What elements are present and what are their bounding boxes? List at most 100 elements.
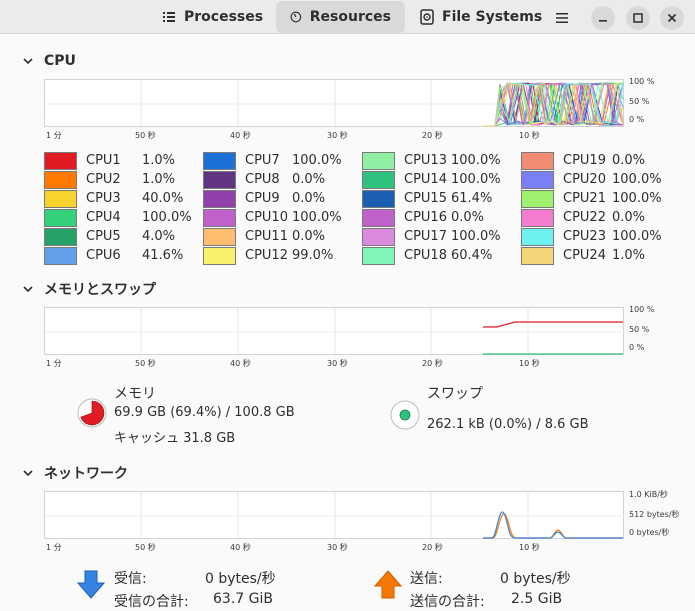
network-x-label: 40 秒 <box>230 543 251 552</box>
cpu-color-swatch[interactable] <box>44 228 77 246</box>
cpu-legend-item[interactable]: CPU22 0.0% <box>521 209 671 227</box>
cpu-color-swatch[interactable] <box>521 171 554 189</box>
network-x-label: 20 秒 <box>422 543 443 552</box>
memory-x-label: 20 秒 <box>422 359 443 368</box>
cpu-y-label: 50 % <box>629 97 650 106</box>
cpu-name: CPU17 <box>404 229 447 244</box>
cpu-legend-item[interactable]: CPU14 100.0% <box>362 171 512 189</box>
memory-y-axis: 100 % 50 % 0 % <box>629 305 689 355</box>
cpu-color-swatch[interactable] <box>203 209 236 227</box>
cpu-color-swatch[interactable] <box>203 247 236 265</box>
network-x-label: 10 秒 <box>519 543 540 552</box>
cpu-legend-item[interactable]: CPU12 99.0% <box>203 247 353 265</box>
cpu-color-swatch[interactable] <box>203 171 236 189</box>
chevron-down-icon <box>23 470 33 477</box>
cpu-color-swatch[interactable] <box>362 228 395 246</box>
close-button[interactable] <box>660 6 684 30</box>
cpu-color-swatch[interactable] <box>44 247 77 265</box>
cpu-color-swatch[interactable] <box>203 152 236 170</box>
cpu-color-swatch[interactable] <box>44 190 77 208</box>
cpu-legend-item[interactable]: CPU7 100.0% <box>203 152 353 170</box>
memory-x-axis: 1 分 50 秒 40 秒 30 秒 20 秒 10 秒 <box>44 358 624 370</box>
memory-y-label: 50 % <box>629 325 650 334</box>
cpu-legend-item[interactable]: CPU24 1.0% <box>521 247 671 265</box>
network-section-header[interactable]: ネットワーク <box>22 463 128 483</box>
tab-resources[interactable]: Resources <box>276 1 405 33</box>
cpu-legend-item[interactable]: CPU23 100.0% <box>521 228 671 246</box>
cpu-legend-item[interactable]: CPU19 0.0% <box>521 152 671 170</box>
cpu-legend-item[interactable]: CPU8 0.0% <box>203 171 353 189</box>
memory-section-header[interactable]: メモリとスワップ <box>22 279 156 299</box>
tab-file-systems-label: File Systems <box>442 9 543 25</box>
cpu-usage-value: 60.4% <box>451 248 493 263</box>
cpu-name: CPU9 <box>245 191 280 206</box>
cpu-legend-item[interactable]: CPU18 60.4% <box>362 247 512 265</box>
cpu-color-swatch[interactable] <box>362 190 395 208</box>
cpu-usage-value: 0.0% <box>451 210 485 225</box>
cpu-color-swatch[interactable] <box>521 209 554 227</box>
cpu-color-swatch[interactable] <box>44 152 77 170</box>
minimize-button[interactable] <box>591 6 615 30</box>
cpu-legend-item[interactable]: CPU20 100.0% <box>521 171 671 189</box>
cpu-legend-item[interactable]: CPU11 0.0% <box>203 228 353 246</box>
cpu-name: CPU14 <box>404 172 447 187</box>
network-x-label: 1 分 <box>46 543 62 552</box>
receive-total-label: 受信の合計: <box>114 594 189 610</box>
cpu-legend-item[interactable]: CPU3 40.0% <box>44 190 194 208</box>
cpu-legend-item[interactable]: CPU10 100.0% <box>203 209 353 227</box>
cpu-name: CPU7 <box>245 153 280 168</box>
cpu-y-axis: 100 % 50 % 0 % <box>629 77 689 127</box>
close-icon <box>667 13 677 23</box>
cpu-color-swatch[interactable] <box>521 152 554 170</box>
chevron-down-icon <box>23 286 33 293</box>
download-arrow-icon[interactable] <box>76 570 106 600</box>
memory-pie-icon[interactable] <box>77 398 107 428</box>
cpu-legend-item[interactable]: CPU16 0.0% <box>362 209 512 227</box>
swap-usage: 262.1 kB (0.0%) / 8.6 GB <box>427 417 589 432</box>
cpu-name: CPU8 <box>245 172 280 187</box>
cpu-color-swatch[interactable] <box>203 228 236 246</box>
menu-button[interactable] <box>548 6 576 30</box>
memory-graph-svg <box>45 308 625 356</box>
cpu-name: CPU6 <box>86 248 121 263</box>
cpu-color-swatch[interactable] <box>362 171 395 189</box>
cpu-color-swatch[interactable] <box>362 209 395 227</box>
cpu-legend-item[interactable]: CPU21 100.0% <box>521 190 671 208</box>
cpu-x-label: 40 秒 <box>230 131 251 140</box>
cpu-name: CPU20 <box>563 172 606 187</box>
cpu-name: CPU22 <box>563 210 606 225</box>
cpu-legend-item[interactable]: CPU9 0.0% <box>203 190 353 208</box>
cpu-usage-value: 100.0% <box>612 229 662 244</box>
cpu-usage-value: 1.0% <box>612 248 646 263</box>
upload-arrow-icon[interactable] <box>373 570 403 600</box>
tab-resources-label: Resources <box>309 9 391 25</box>
tab-file-systems[interactable]: File Systems <box>406 1 556 33</box>
cpu-legend-item[interactable]: CPU5 4.0% <box>44 228 194 246</box>
cpu-legend-item[interactable]: CPU15 61.4% <box>362 190 512 208</box>
cpu-color-swatch[interactable] <box>203 190 236 208</box>
cpu-legend-item[interactable]: CPU2 1.0% <box>44 171 194 189</box>
cpu-legend-item[interactable]: CPU6 41.6% <box>44 247 194 265</box>
memory-graph <box>44 307 625 356</box>
network-y-axis: 1.0 KiB/秒 512 bytes/秒 0 bytes/秒 <box>629 490 689 539</box>
cpu-color-swatch[interactable] <box>521 247 554 265</box>
cpu-name: CPU21 <box>563 191 606 206</box>
network-send-line <box>483 513 623 539</box>
cpu-color-swatch[interactable] <box>521 228 554 246</box>
cpu-legend-item[interactable]: CPU17 100.0% <box>362 228 512 246</box>
cpu-legend-item[interactable]: CPU13 100.0% <box>362 152 512 170</box>
cpu-color-swatch[interactable] <box>362 247 395 265</box>
cpu-color-swatch[interactable] <box>44 171 77 189</box>
tab-processes-label: Processes <box>184 9 264 25</box>
cpu-section-header[interactable]: CPU <box>22 53 76 69</box>
cpu-color-swatch[interactable] <box>44 209 77 227</box>
cpu-color-swatch[interactable] <box>362 152 395 170</box>
swap-pie-icon[interactable] <box>390 400 420 430</box>
cpu-legend-item[interactable]: CPU4 100.0% <box>44 209 194 227</box>
maximize-button[interactable] <box>626 6 650 30</box>
tab-processes[interactable]: Processes <box>148 1 277 33</box>
cpu-name: CPU24 <box>563 248 606 263</box>
cpu-legend-item[interactable]: CPU1 1.0% <box>44 152 194 170</box>
cpu-name: CPU1 <box>86 153 121 168</box>
cpu-color-swatch[interactable] <box>521 190 554 208</box>
